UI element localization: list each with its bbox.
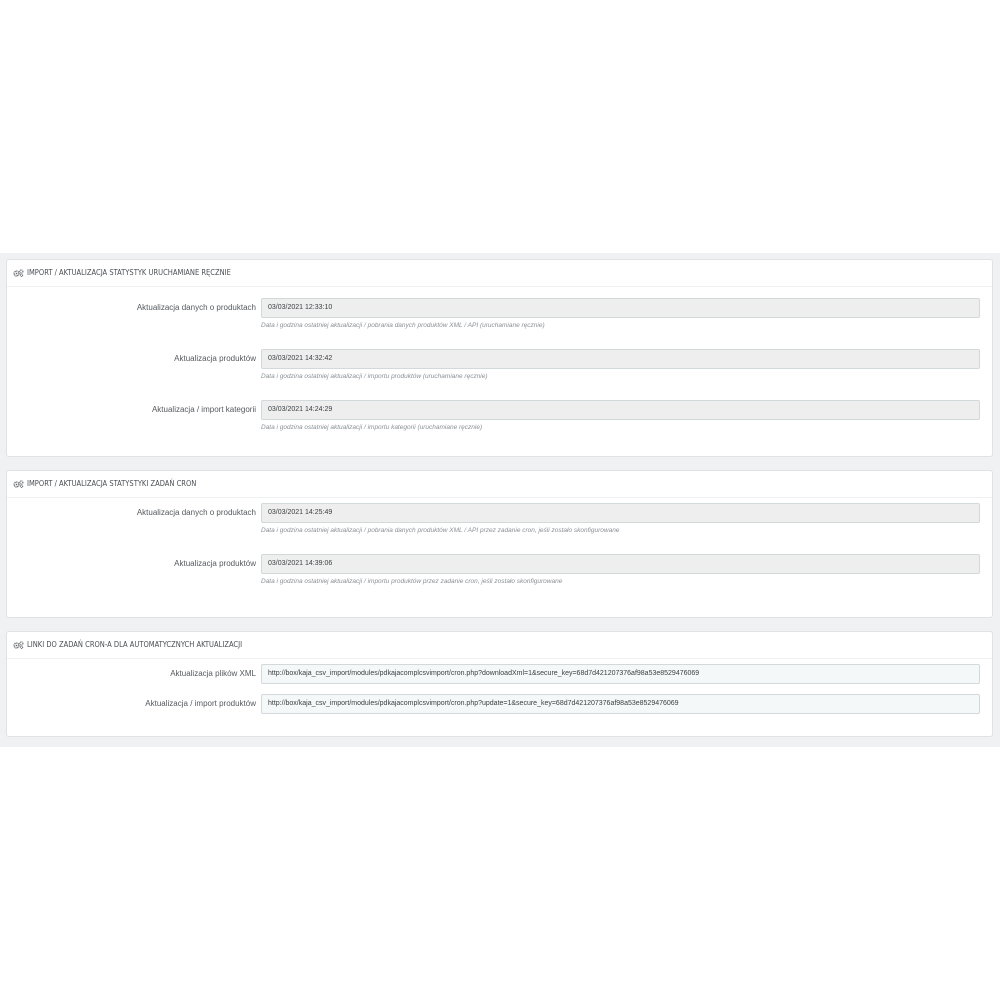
panel-title: LINKI DO ZADAŃ CRON-A DLA AUTOMATYCZNYCH… bbox=[27, 640, 243, 649]
products-update-field[interactable]: 03/03/2021 14:32:42 bbox=[261, 349, 980, 369]
cron-links-panel: LINKI DO ZADAŃ CRON-A DLA AUTOMATYCZNYCH… bbox=[6, 631, 993, 737]
panel-title: IMPORT / AKTUALIZACJA STATYSTYKI ZADAŃ C… bbox=[27, 479, 197, 488]
help-text: Data i godzina ostatniej aktualizacji / … bbox=[261, 578, 563, 585]
panel-title: IMPORT / AKTUALIZACJA STATYSTYK URUCHAMI… bbox=[27, 268, 231, 277]
panel-heading: LINKI DO ZADAŃ CRON-A DLA AUTOMATYCZNYCH… bbox=[7, 632, 992, 659]
manual-stats-panel: IMPORT / AKTUALIZACJA STATYSTYK URUCHAMI… bbox=[6, 259, 993, 457]
help-text: Data i godzina ostatniej aktualizacji / … bbox=[261, 373, 488, 380]
panel-heading: IMPORT / AKTUALIZACJA STATYSTYK URUCHAMI… bbox=[7, 260, 992, 287]
help-text: Data i godzina ostatniej aktualizacji / … bbox=[261, 527, 620, 534]
field-label: Aktualizacja danych o produktach bbox=[136, 303, 256, 312]
field-label: Aktualizacja produktów bbox=[174, 354, 256, 363]
field-label: Aktualizacja / import produktów bbox=[145, 699, 256, 708]
cron-stats-panel: IMPORT / AKTUALIZACJA STATYSTYKI ZADAŃ C… bbox=[6, 470, 993, 618]
field-label: Aktualizacja plików XML bbox=[170, 669, 256, 678]
product-data-update-field[interactable]: 03/03/2021 12:33:10 bbox=[261, 298, 980, 318]
cron-product-data-update-field[interactable]: 03/03/2021 14:25:49 bbox=[261, 503, 980, 523]
settings-area: IMPORT / AKTUALIZACJA STATYSTYK URUCHAMI… bbox=[0, 253, 1000, 747]
field-label: Aktualizacja / import kategorii bbox=[151, 405, 256, 414]
help-text: Data i godzina ostatniej aktualizacji / … bbox=[261, 322, 545, 329]
categories-import-field[interactable]: 03/03/2021 14:24:29 bbox=[261, 400, 980, 420]
help-text: Data i godzina ostatniej aktualizacji / … bbox=[261, 424, 483, 431]
products-import-url-field[interactable]: http://box/kaja_csv_import/modules/pdkaj… bbox=[261, 694, 980, 714]
cogs-icon bbox=[13, 480, 24, 488]
cogs-icon bbox=[13, 269, 24, 277]
cron-products-update-field[interactable]: 03/03/2021 14:39:06 bbox=[261, 554, 980, 574]
field-label: Aktualizacja produktów bbox=[174, 559, 256, 568]
xml-update-url-field[interactable]: http://box/kaja_csv_import/modules/pdkaj… bbox=[261, 664, 980, 684]
panel-heading: IMPORT / AKTUALIZACJA STATYSTYKI ZADAŃ C… bbox=[7, 471, 992, 498]
cogs-icon bbox=[13, 641, 24, 649]
field-label: Aktualizacja danych o produktach bbox=[136, 508, 256, 517]
